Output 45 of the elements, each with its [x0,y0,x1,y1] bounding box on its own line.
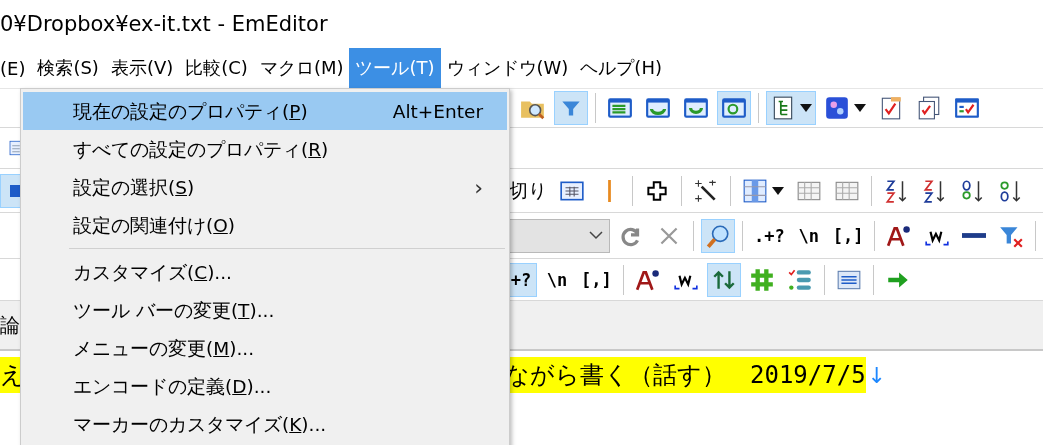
window-replace-icon [645,95,671,121]
sort-descending-icon [921,177,947,204]
toolbar-button[interactable]: \n [541,262,573,297]
menu-item[interactable]: 設定の選択(S) › [23,168,507,206]
menu-item[interactable]: マクロ(M) [253,48,350,88]
menu-item[interactable]: メニューの変更(M)... [23,329,507,367]
caret-icon [800,104,812,112]
menu-item[interactable]: エンコードの定義(D)... [23,367,507,405]
chevron-down-icon [589,231,603,240]
sort-ascending-icon [883,177,909,204]
toolbar-button[interactable]: [,] [577,262,616,297]
menu-item[interactable]: すべての設定のプロパティ(R) [23,130,507,168]
window-title: 0¥Dropbox¥ex-it.txt - EmEditor [0,12,328,36]
window-search-icon [721,95,747,121]
toolbar-button[interactable]: [,] [828,218,868,253]
toolbar-button[interactable]: .+? [750,218,789,253]
menu-item[interactable]: 表示(V) [104,48,180,88]
menu-item[interactable]: マーカーのカスタマイズ(K)... [23,405,507,443]
caret-icon [854,104,866,112]
window-return-icon [683,95,709,121]
columns-icon [742,177,768,204]
tab-label[interactable]: 論 [0,311,20,339]
menu-item[interactable]: カスタマイズ(C)... [23,253,507,291]
vertical-bar-icon [607,179,611,202]
toolbar-label: 切り [508,177,548,203]
menu-item[interactable]: ヘルプ(H) [574,48,668,88]
toolbar-button[interactable] [766,91,816,125]
newline-mark: ↓ [867,362,887,388]
menu-item[interactable]: 比較(C) [179,48,254,88]
hash-icon [748,266,775,293]
dash-icon [962,233,987,238]
menu-item[interactable]: ツール バーの変更(T)... [23,291,507,329]
window-arrows-icon [607,95,633,121]
toolbar-button[interactable]: \n [792,218,825,253]
checklist-icon [954,95,980,121]
menu-item[interactable]: ウィンドウ(W) [440,48,575,88]
numeric-ascending-icon [959,177,985,204]
toolbar-button[interactable] [706,262,741,297]
caret-icon [772,186,784,195]
menu-item[interactable]: (E) [0,48,32,88]
menu-item[interactable]: 現在の設定のプロパティ(P) Alt+Enter [23,92,507,130]
check-documents-icon [916,95,942,121]
menu-item[interactable]: 設定の関連付け(O) [23,206,507,244]
magic-wand-icon [693,177,719,204]
menu-item[interactable]: 検索(S) [31,48,105,88]
